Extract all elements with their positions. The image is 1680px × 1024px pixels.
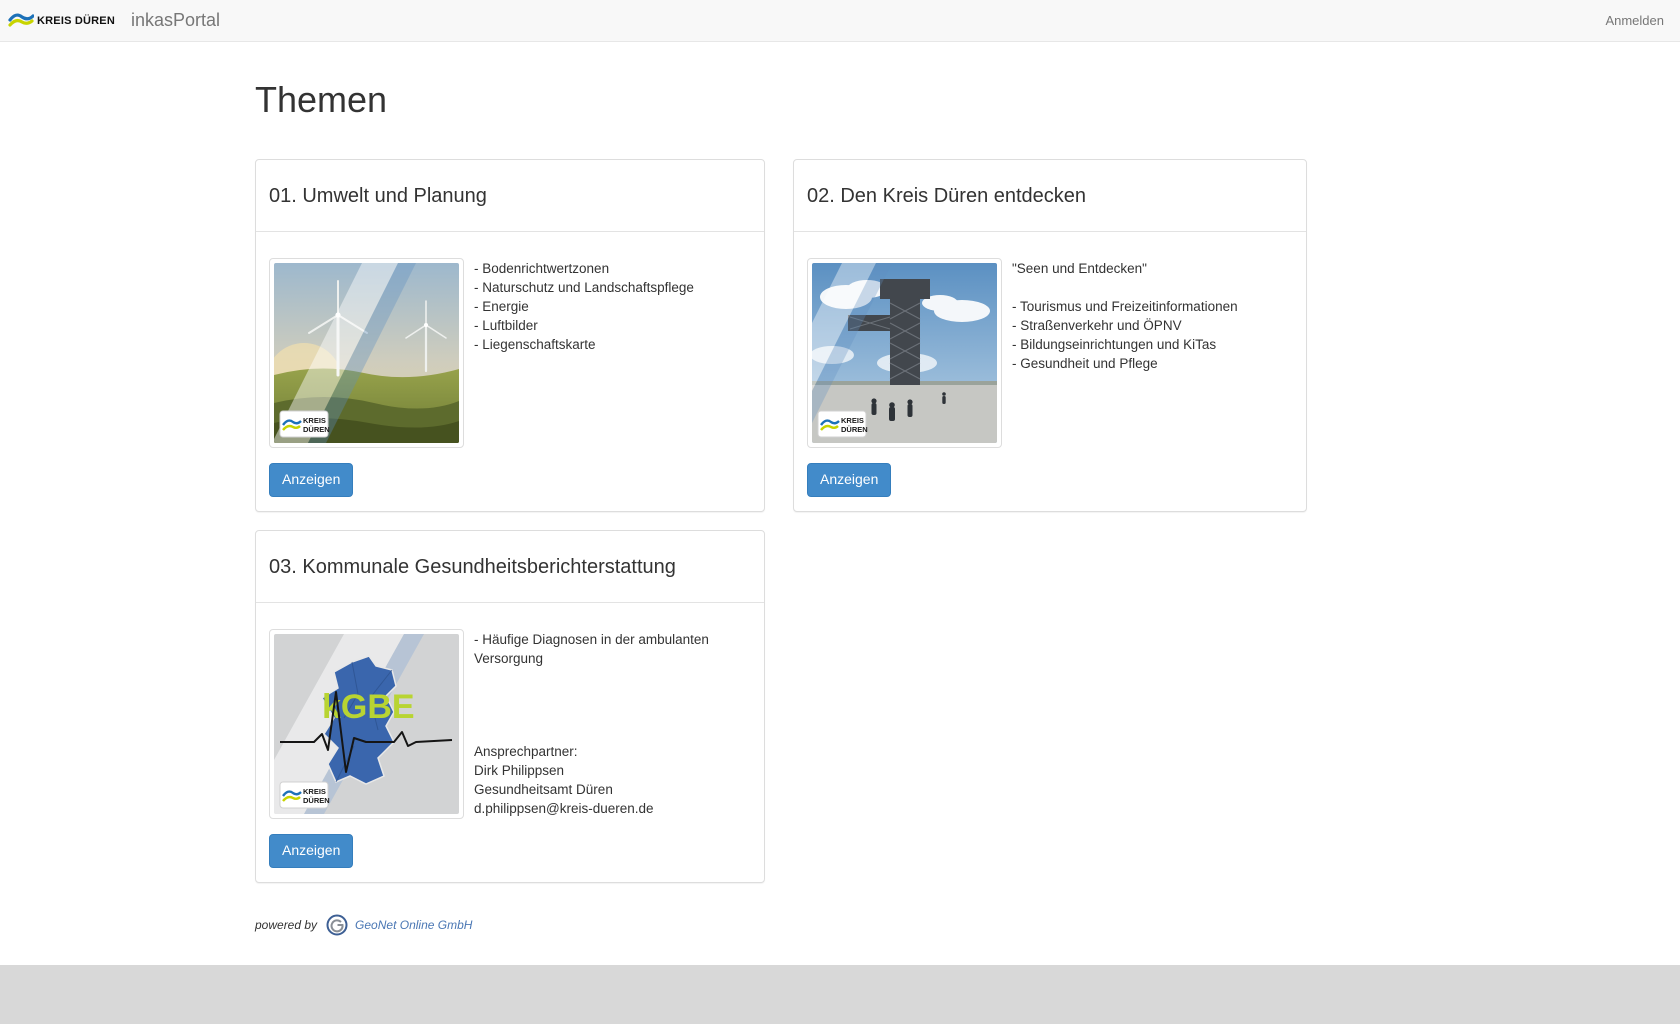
- card-umwelt-und-planung: 01. Umwelt und Planung: [255, 159, 765, 512]
- kreis-dueren-mini-logo: KREIS DÜREN: [280, 411, 330, 437]
- page-background: Themen 01. Umwelt und Planung: [0, 42, 1680, 965]
- topic-item: - Gesundheit und Pflege: [1012, 354, 1238, 373]
- svg-text:KREIS: KREIS: [303, 787, 326, 796]
- topics-grid: 01. Umwelt und Planung: [255, 159, 1307, 883]
- card-header: 03. Kommunale Gesundheitsberichterstattu…: [256, 531, 764, 603]
- contact-line: Ansprechpartner:: [474, 742, 709, 761]
- card-header: 02. Den Kreis Düren entdecken: [794, 160, 1306, 232]
- powered-by-label: powered by: [255, 918, 317, 932]
- topic-item: - Liegenschaftskarte: [474, 335, 694, 354]
- card-image-kgbe-map[interactable]: kGBE KREIS DÜREN: [269, 629, 464, 819]
- kreis-dueren-logo[interactable]: KREIS DÜREN: [8, 8, 115, 33]
- topic-item: - Naturschutz und Landschaftspflege: [474, 278, 694, 297]
- card-topic-list: - Bodenrichtwertzonen - Naturschutz und …: [474, 258, 694, 354]
- card-kreis-dueren-entdecken: 02. Den Kreis Düren entdecken: [793, 159, 1307, 512]
- card-topic-list: "Seen und Entdecken" - Tourismus und Fre…: [1012, 258, 1238, 373]
- topic-item: - Bodenrichtwertzonen: [474, 259, 694, 278]
- card-header: 01. Umwelt und Planung: [256, 160, 764, 232]
- card-topic-list: - Häufige Diagnosen in der ambulanten Ve…: [474, 629, 709, 818]
- card-image-wind-turbines[interactable]: KREIS DÜREN: [269, 258, 464, 448]
- anzeigen-button-gesundheit[interactable]: Anzeigen: [269, 834, 353, 868]
- topic-item: - Energie: [474, 297, 694, 316]
- brand-text: KREIS DÜREN: [37, 15, 115, 27]
- page-title: Themen: [255, 42, 1307, 121]
- card-title: 03. Kommunale Gesundheitsberichterstattu…: [269, 556, 751, 579]
- card-gesundheitsberichterstattung: 03. Kommunale Gesundheitsberichterstattu…: [255, 530, 765, 883]
- svg-text:KREIS: KREIS: [303, 416, 326, 425]
- anzeigen-button-entdecken[interactable]: Anzeigen: [807, 463, 891, 497]
- kreis-dueren-wave-icon: [8, 8, 34, 33]
- kreis-dueren-mini-logo: KREIS DÜREN: [818, 411, 868, 437]
- svg-text:DÜREN: DÜREN: [841, 425, 868, 434]
- geonet-link[interactable]: GeoNet Online GmbH: [355, 918, 472, 932]
- svg-text:DÜREN: DÜREN: [303, 425, 330, 434]
- anzeigen-button-umwelt[interactable]: Anzeigen: [269, 463, 353, 497]
- navbar: KREIS DÜREN inkasPortal Anmelden: [0, 0, 1680, 42]
- contact-line: Gesundheitsamt Düren: [474, 780, 709, 799]
- card-title: 01. Umwelt und Planung: [269, 185, 751, 208]
- topic-item: - Straßenverkehr und ÖPNV: [1012, 316, 1238, 335]
- geonet-logo-icon: [325, 913, 349, 937]
- kreis-dueren-mini-logo: KREIS DÜREN: [280, 782, 330, 808]
- card-intro: "Seen und Entdecken": [1012, 259, 1238, 278]
- topic-item: - Tourismus und Freizeitinformationen: [1012, 297, 1238, 316]
- contact-line: Dirk Philippsen: [474, 761, 709, 780]
- login-link[interactable]: Anmelden: [1605, 13, 1664, 28]
- app-title: inkasPortal: [131, 10, 220, 31]
- svg-text:DÜREN: DÜREN: [303, 796, 330, 805]
- contact-email: d.philippsen@kreis-dueren.de: [474, 799, 709, 818]
- contact-block: Ansprechpartner: Dirk Philippsen Gesundh…: [474, 742, 709, 818]
- topic-item: - Bildungseinrichtungen und KiTas: [1012, 335, 1238, 354]
- topic-item: - Luftbilder: [474, 316, 694, 335]
- svg-text:KREIS: KREIS: [841, 416, 864, 425]
- footer: powered by GeoNet Online GmbH: [255, 913, 1307, 965]
- topic-description: - Häufige Diagnosen in der ambulanten Ve…: [474, 630, 709, 668]
- card-image-tower[interactable]: KREIS DÜREN: [807, 258, 1002, 448]
- card-title: 02. Den Kreis Düren entdecken: [807, 185, 1293, 208]
